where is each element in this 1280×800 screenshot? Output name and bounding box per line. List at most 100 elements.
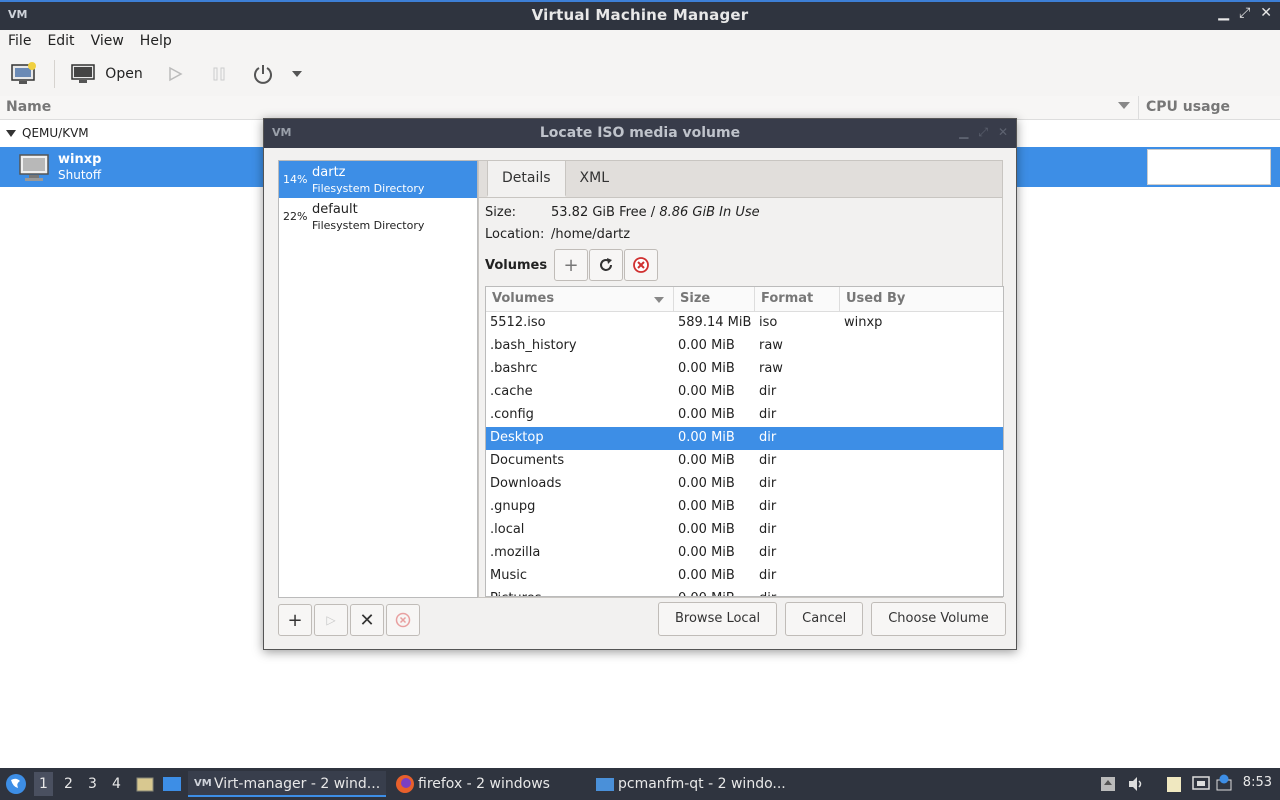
tab-details[interactable]: Details (487, 161, 566, 197)
col-format[interactable]: Format (755, 287, 840, 312)
stop-pool-button[interactable]: ✕ (350, 604, 384, 636)
table-row[interactable]: .bashrc 0.00 MiB raw (486, 358, 1003, 381)
clipboard-icon[interactable] (1166, 775, 1182, 793)
table-row[interactable]: Music 0.00 MiB dir (486, 565, 1003, 588)
shutdown-menu-button[interactable] (285, 58, 309, 90)
pool-item-default[interactable]: 22% default Filesystem Directory (279, 198, 477, 235)
volume-icon[interactable] (1127, 776, 1145, 792)
table-row[interactable]: Documents 0.00 MiB dir (486, 450, 1003, 473)
dialog-buttons: Browse Local Cancel Choose Volume (658, 602, 1006, 636)
volume-format: dir (759, 384, 777, 399)
vm-state: Shutoff (58, 168, 102, 182)
start-pool-button[interactable]: ▷ (314, 604, 348, 636)
volume-name: Desktop (490, 430, 544, 445)
location-row: Location: /home/dartz (485, 227, 630, 242)
run-button[interactable] (153, 58, 197, 90)
pool-usage-percent: 14% (283, 173, 308, 186)
table-row[interactable]: .mozilla 0.00 MiB dir (486, 542, 1003, 565)
table-row[interactable]: Pictures 0.00 MiB dir (486, 588, 1003, 596)
pool-usage-percent: 22% (283, 210, 308, 223)
volumes-toolbar: Volumes + (485, 249, 659, 281)
choose-volume-button[interactable]: Choose Volume (871, 602, 1006, 636)
workspace-4[interactable]: 4 (112, 776, 121, 792)
vm-list-header: Name CPU usage (0, 96, 1280, 120)
virt-manager-task-icon: VM (194, 778, 212, 789)
workspace-3[interactable]: 3 (88, 776, 97, 792)
new-vm-icon (11, 62, 36, 84)
pause-button[interactable] (197, 58, 241, 90)
column-divider (1138, 96, 1139, 120)
maximize-icon[interactable]: ⤢ (1239, 5, 1250, 21)
pool-item-dartz[interactable]: 14% dartz Filesystem Directory (279, 161, 477, 198)
connection-label: QEMU/KVM (22, 126, 89, 140)
tab-xml[interactable]: XML (566, 161, 623, 197)
col-volumes[interactable]: Volumes (486, 287, 674, 312)
new-vm-button[interactable] (0, 58, 48, 90)
table-row[interactable]: .cache 0.00 MiB dir (486, 381, 1003, 404)
sort-arrow-icon (654, 297, 664, 303)
task-pcmanfm[interactable]: pcmanfm-qt - 2 windo... (592, 771, 792, 797)
delete-pool-button[interactable] (386, 604, 420, 636)
task-virt-manager[interactable]: VM Virt-manager - 2 wind... (188, 771, 386, 797)
close-icon[interactable]: ✕ (1260, 5, 1272, 21)
toolbar-separator (54, 60, 55, 88)
workspace-1[interactable]: 1 (34, 772, 53, 796)
shutdown-button[interactable] (241, 58, 285, 90)
dialog-maximize-icon[interactable]: ⤢ (978, 125, 988, 140)
refresh-volumes-button[interactable] (589, 249, 624, 281)
firefox-icon (396, 775, 414, 793)
table-row[interactable]: .bash_history 0.00 MiB raw (486, 335, 1003, 358)
dialog-close-icon[interactable]: ✕ (998, 125, 1008, 140)
network-icon[interactable] (1192, 776, 1210, 792)
add-volume-button[interactable]: + (554, 249, 589, 281)
dialog-minimize-icon[interactable]: ▁ (959, 125, 968, 140)
location-label: Location: (485, 227, 545, 242)
delete-volume-button[interactable] (624, 249, 659, 281)
open-button[interactable]: Open (61, 58, 153, 90)
plus-icon: + (287, 609, 303, 631)
monitor-icon (71, 64, 96, 83)
cancel-button[interactable]: Cancel (785, 602, 864, 636)
plus-icon: + (563, 254, 579, 276)
vm-name: winxp (58, 152, 102, 167)
volume-size: 0.00 MiB (678, 476, 735, 491)
column-cpu-usage[interactable]: CPU usage (1146, 99, 1230, 115)
table-row[interactable]: 5512.iso 589.14 MiB iso winxp (486, 312, 1003, 335)
menu-file[interactable]: File (8, 33, 31, 49)
menu-edit[interactable]: Edit (47, 33, 74, 49)
menu-view[interactable]: View (91, 33, 124, 49)
workspace-2[interactable]: 2 (64, 776, 73, 792)
col-used-by[interactable]: Used By (840, 287, 1003, 312)
menu-help[interactable]: Help (140, 33, 172, 49)
expander-down-icon[interactable] (6, 129, 16, 137)
notification-icon[interactable] (1216, 774, 1232, 792)
add-pool-button[interactable]: + (278, 604, 312, 636)
minimize-icon[interactable]: ▁ (1218, 5, 1229, 21)
table-row[interactable]: Desktop 0.00 MiB dir (486, 427, 1003, 450)
table-row[interactable]: .gnupg 0.00 MiB dir (486, 496, 1003, 519)
volume-size: 0.00 MiB (678, 361, 735, 376)
open-button-label: Open (105, 66, 143, 82)
table-row[interactable]: Downloads 0.00 MiB dir (486, 473, 1003, 496)
eject-icon[interactable] (1100, 776, 1116, 792)
volume-format: raw (759, 361, 783, 376)
show-desktop-icon[interactable] (162, 775, 182, 793)
volume-format: dir (759, 453, 777, 468)
file-manager-launcher-icon[interactable] (136, 775, 154, 793)
browse-local-button[interactable]: Browse Local (658, 602, 778, 636)
start-menu-icon[interactable] (5, 773, 27, 795)
volume-size: 0.00 MiB (678, 338, 735, 353)
col-size[interactable]: Size (674, 287, 755, 312)
taskbar: 1 2 3 4 VM Virt-manager - 2 wind... fire… (0, 768, 1280, 800)
volume-size: 0.00 MiB (678, 453, 735, 468)
menu-bar: File Edit View Help (0, 30, 1280, 52)
table-row[interactable]: .local 0.00 MiB dir (486, 519, 1003, 542)
cpu-usage-graph (1147, 149, 1271, 185)
size-free: 53.82 GiB Free (551, 205, 647, 220)
volume-format: dir (759, 591, 776, 596)
task-firefox[interactable]: firefox - 2 windows (392, 771, 588, 797)
refresh-icon (600, 258, 613, 271)
column-name[interactable]: Name (6, 99, 51, 115)
table-row[interactable]: .config 0.00 MiB dir (486, 404, 1003, 427)
delete-icon (395, 612, 411, 628)
